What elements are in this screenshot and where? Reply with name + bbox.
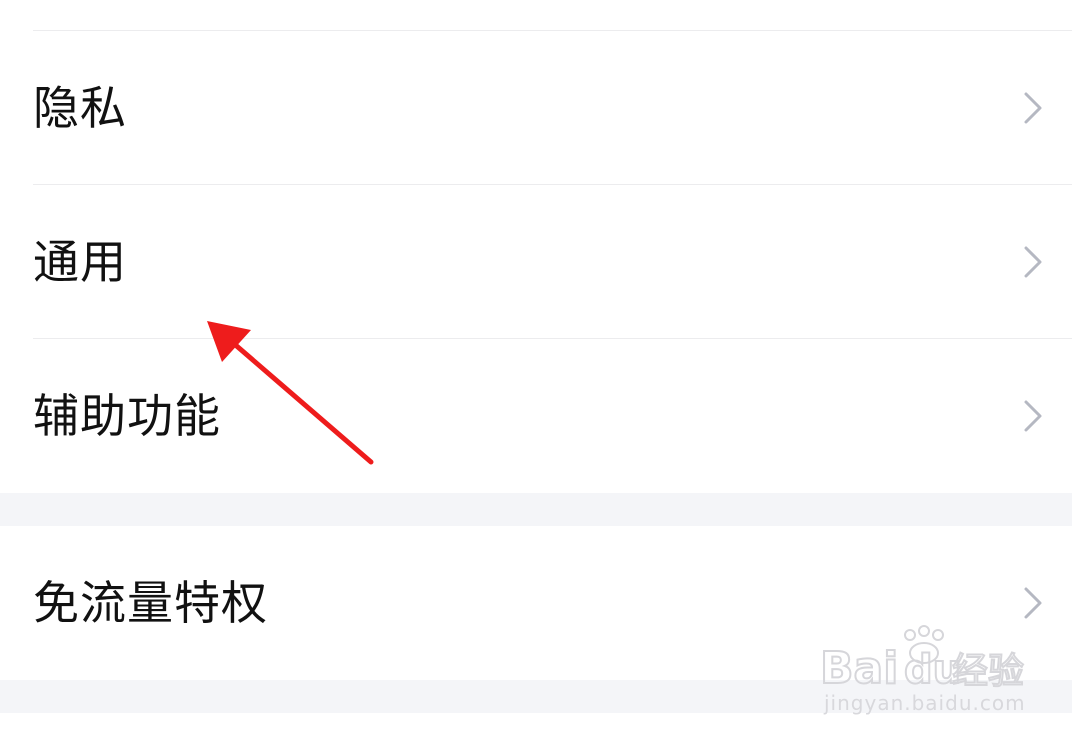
section-gap [0,493,1072,526]
settings-item-accessibility[interactable]: 辅助功能 [0,339,1072,493]
settings-item-general[interactable]: 通用 [0,185,1072,339]
settings-item-label: 辅助功能 [33,389,221,443]
settings-item-label: 免流量特权 [33,576,268,630]
settings-group-main: 隐私 通用 辅助功能 [0,31,1072,493]
watermark-url: jingyan.baidu.com [824,691,1026,715]
chevron-right-icon [1024,587,1042,619]
settings-item-label: 通用 [33,235,127,289]
baidu-watermark: Bai du 经验 jingyan.baidu.com [818,625,1038,720]
settings-item-label: 隐私 [33,81,127,135]
baidu-logo-icon: Bai du 经验 [819,625,1025,695]
chevron-right-icon [1024,400,1042,432]
watermark-brand: Bai [820,643,898,694]
settings-item-privacy[interactable]: 隐私 [0,31,1072,185]
watermark-suffix: 经验 [952,651,1024,692]
chevron-right-icon [1024,246,1042,278]
chevron-right-icon [1024,92,1042,124]
